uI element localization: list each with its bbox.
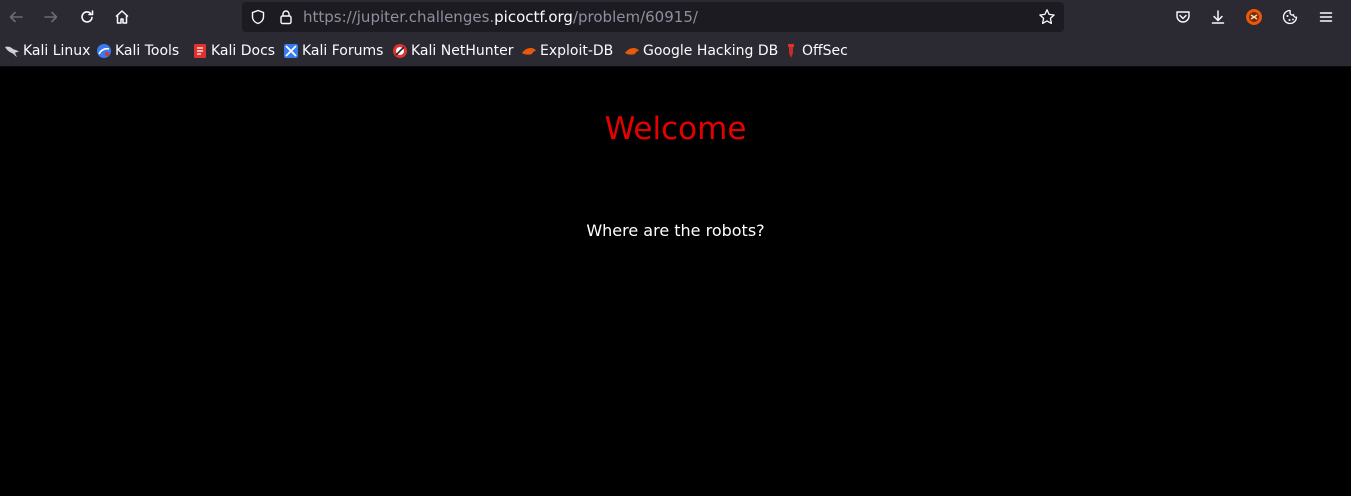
kali-tools-icon [97, 43, 111, 58]
forward-icon [44, 11, 58, 23]
forward-button[interactable] [38, 4, 64, 30]
downloads-button[interactable] [1205, 4, 1231, 30]
menu-icon [1319, 12, 1333, 22]
bookmark-label: Google Hacking DB [643, 42, 779, 59]
pocket-button[interactable] [1170, 4, 1196, 30]
bookmark-label: Kali Linux [23, 42, 91, 59]
back-icon [9, 11, 23, 23]
reload-icon [81, 10, 94, 23]
cookie-icon [1282, 9, 1298, 25]
bookmark-google-hacking-db[interactable]: Google Hacking DB [624, 34, 778, 67]
ghdb-icon [625, 47, 639, 55]
star-icon[interactable] [1038, 8, 1056, 26]
nethunter-icon [393, 43, 407, 58]
bookmark-kali-nethunter[interactable]: Kali NetHunter [392, 34, 513, 67]
bookmark-kali-forums[interactable]: Kali Forums [283, 34, 383, 67]
offsec-icon [788, 43, 794, 58]
bookmark-label: OffSec [802, 42, 848, 59]
home-icon [115, 10, 129, 24]
url-domain: picoctf.org [494, 8, 573, 26]
url-prefix: https://jupiter.challenges. [303, 8, 495, 26]
exploit-db-icon [522, 47, 536, 55]
back-button[interactable] [3, 4, 29, 30]
bookmark-label: Kali Forums [302, 42, 384, 59]
menu-button[interactable] [1313, 4, 1339, 30]
bookmark-kali-docs[interactable]: Kali Docs [192, 34, 275, 67]
home-button[interactable] [109, 4, 135, 30]
page-heading: Welcome [604, 111, 747, 147]
extension-icon [1246, 9, 1262, 25]
browser-toolbar: https://jupiter.challenges.picoctf.org/p… [0, 0, 1351, 34]
lock-icon[interactable] [278, 9, 294, 25]
shield-icon[interactable] [250, 9, 266, 25]
url-bar[interactable]: https://jupiter.challenges.picoctf.org/p… [242, 2, 1064, 32]
bookmark-kali-linux[interactable]: Kali Linux [4, 34, 90, 67]
bookmarks-bar: Kali Linux Kali Tools Kali Docs Kali For… [0, 34, 1351, 67]
extension-button[interactable] [1241, 4, 1267, 30]
bookmark-label: Exploit-DB [540, 42, 614, 59]
kali-docs-icon [194, 43, 206, 58]
page-content: Welcome Where are the robots? [0, 67, 1351, 496]
kali-forums-icon [284, 43, 298, 58]
download-icon [1211, 10, 1225, 24]
bookmark-kali-tools[interactable]: Kali Tools [96, 34, 179, 67]
page-message: Where are the robots? [586, 221, 765, 240]
reload-button[interactable] [74, 4, 100, 30]
bookmark-exploit-db[interactable]: Exploit-DB [521, 34, 613, 67]
bookmark-label: Kali Docs [211, 42, 276, 59]
bookmark-label: Kali Tools [115, 42, 180, 59]
cookie-button[interactable] [1277, 4, 1303, 30]
url-text[interactable]: https://jupiter.challenges.picoctf.org/p… [303, 2, 698, 32]
bookmark-label: Kali NetHunter [411, 42, 514, 59]
url-path: /problem/60915/ [572, 8, 698, 26]
kali-dragon-icon [5, 46, 19, 57]
pocket-icon [1176, 11, 1190, 23]
bookmark-offsec[interactable]: OffSec [783, 34, 848, 67]
